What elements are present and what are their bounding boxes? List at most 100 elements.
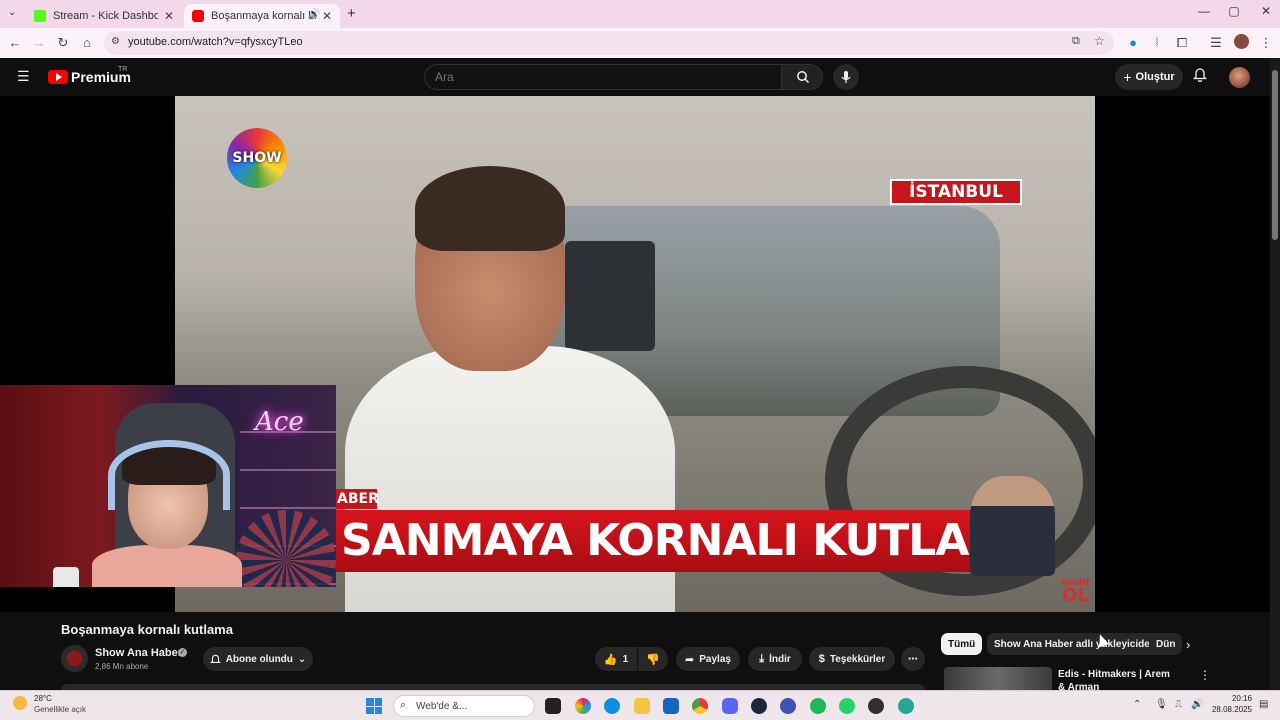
recommendation-thumbnail[interactable] bbox=[944, 667, 1052, 690]
ol-text: OL bbox=[1062, 585, 1090, 606]
task-view-icon[interactable] bbox=[545, 698, 561, 714]
verified-icon: ✓ bbox=[178, 648, 187, 657]
tray-network-icon[interactable]: ⎍ bbox=[1175, 699, 1182, 710]
discord-icon[interactable] bbox=[722, 698, 738, 714]
search-input[interactable] bbox=[425, 65, 781, 89]
settings-app-icon[interactable] bbox=[898, 698, 914, 714]
dislike-icon: 👎 bbox=[646, 653, 660, 666]
reading-list-icon[interactable]: ☰ bbox=[1208, 35, 1224, 51]
driver-hair bbox=[415, 166, 565, 251]
download-button[interactable]: ⤓ İndir bbox=[748, 647, 802, 671]
thanks-icon: $ bbox=[818, 653, 825, 665]
subscriber-count: 2,86 Mn abone bbox=[95, 662, 149, 671]
tab-title: Stream - Kick Dashboard bbox=[53, 10, 158, 22]
neon-sign: Ace bbox=[255, 407, 304, 437]
page-scrollbar[interactable] bbox=[1270, 58, 1280, 690]
channel-avatar[interactable] bbox=[61, 645, 88, 672]
back-icon[interactable]: ← bbox=[7, 35, 23, 50]
search-box[interactable] bbox=[424, 64, 782, 90]
windows-start-icon[interactable] bbox=[366, 698, 382, 714]
youtube-logo-icon[interactable] bbox=[48, 70, 68, 84]
menu-icon[interactable]: ☰ bbox=[17, 68, 30, 85]
bell-icon[interactable] bbox=[1192, 66, 1208, 87]
tab-list-dropdown-icon[interactable]: ⌄ bbox=[8, 7, 16, 18]
weather-description[interactable]: Genellikle açık bbox=[34, 705, 86, 714]
subscribe-watermark[interactable]: ABONE OL bbox=[1060, 579, 1091, 605]
whatsapp-icon[interactable] bbox=[839, 698, 855, 714]
voice-search-button[interactable] bbox=[833, 64, 859, 90]
youtube-header: ☰ Premium TR + Oluştur bbox=[0, 58, 1270, 96]
like-button[interactable]: 👍 1 bbox=[595, 647, 637, 671]
share-icon: ➦ bbox=[685, 653, 695, 666]
account-avatar[interactable] bbox=[1229, 67, 1250, 88]
address-bar[interactable]: ⚙ youtube.com/watch?v=qfysxcyTLeo ⧉ ☆ bbox=[104, 31, 1114, 55]
thanks-button[interactable]: $ Teşekkürler bbox=[809, 647, 895, 671]
chips-next-icon[interactable]: › bbox=[1186, 637, 1190, 652]
tray-chevron-icon[interactable]: ⌃ bbox=[1133, 699, 1141, 710]
star-icon[interactable]: ☆ bbox=[1094, 34, 1105, 48]
browser-menu-icon[interactable]: ⋮ bbox=[1258, 35, 1274, 51]
tab-close-icon[interactable]: ✕ bbox=[322, 9, 332, 23]
subscribed-label: Abone olundu bbox=[225, 653, 293, 665]
minimize-button[interactable]: — bbox=[1194, 4, 1214, 18]
app-icon[interactable] bbox=[780, 698, 796, 714]
streamer-body bbox=[92, 545, 242, 587]
extension-audio-icon[interactable]: ⦚ bbox=[1149, 35, 1165, 51]
spotify-icon[interactable] bbox=[810, 698, 826, 714]
notification-icon[interactable]: ▤ bbox=[1259, 699, 1268, 710]
show-tv-logo-icon: SHOW bbox=[227, 128, 287, 188]
steam-icon[interactable] bbox=[751, 698, 767, 714]
filter-chips: Tümü Show Ana Haber adlı yükleyiciden Dü… bbox=[941, 633, 1201, 655]
taskbar-search[interactable]: ⌕ Web'de &... bbox=[393, 695, 535, 717]
new-tab-button[interactable]: + bbox=[347, 5, 356, 22]
share-button[interactable]: ➦ Paylaş bbox=[676, 647, 740, 671]
chrome-icon[interactable] bbox=[692, 698, 708, 714]
search-button[interactable] bbox=[781, 64, 823, 90]
tab-youtube-video[interactable]: Boşanmaya kornalı kutlama 🔊 ✕ bbox=[184, 4, 340, 28]
chip-all[interactable]: Tümü bbox=[941, 633, 983, 655]
tray-mic-icon[interactable]: 🎙 bbox=[1155, 699, 1168, 710]
profile-avatar[interactable] bbox=[1234, 34, 1249, 49]
weather-temperature[interactable]: 28°C bbox=[34, 694, 52, 703]
recommendation-title[interactable]: Edis - Hitmakers | Arem & Arman bbox=[1058, 668, 1178, 690]
extensions-icon[interactable]: ⧠ bbox=[1174, 35, 1190, 51]
show-logo-text: SHOW bbox=[232, 150, 282, 166]
create-button[interactable]: + Oluştur bbox=[1115, 64, 1183, 90]
url-text[interactable]: youtube.com/watch?v=qfysxcyTLeo bbox=[128, 36, 303, 48]
maximize-button[interactable]: ▢ bbox=[1224, 4, 1244, 18]
windows-taskbar: 28°C Genellikle açık ⌕ Web'de &... ⌃ 🎙 ⎍… bbox=[0, 690, 1280, 720]
clock-date[interactable]: 28.08.2025 bbox=[1200, 705, 1252, 714]
reload-icon[interactable]: ↻ bbox=[55, 35, 71, 51]
copilot-icon[interactable] bbox=[575, 698, 591, 714]
weather-sun-icon[interactable] bbox=[13, 696, 27, 710]
tab-title: Boşanmaya kornalı kutlama bbox=[211, 10, 316, 22]
audio-playing-icon[interactable]: 🔊 bbox=[308, 9, 320, 20]
tab-close-icon[interactable]: ✕ bbox=[164, 9, 174, 23]
file-explorer-icon[interactable] bbox=[634, 698, 650, 714]
dislike-button[interactable]: 👎 bbox=[638, 647, 668, 671]
close-window-button[interactable]: ✕ bbox=[1256, 4, 1276, 18]
channel-name[interactable]: Show Ana Haber bbox=[95, 647, 182, 659]
store-icon[interactable] bbox=[663, 698, 679, 714]
tab-kick-dashboard[interactable]: Stream - Kick Dashboard ✕ bbox=[26, 4, 182, 28]
search-icon bbox=[797, 71, 810, 84]
more-actions-button[interactable]: ⋯ bbox=[901, 647, 925, 671]
extension-skype-icon[interactable]: ● bbox=[1125, 35, 1141, 50]
recommendation-menu-icon[interactable]: ⋮ bbox=[1199, 668, 1211, 682]
subscribed-button[interactable]: Abone olundu ⌄ bbox=[203, 647, 313, 671]
scrollbar-thumb[interactable] bbox=[1272, 70, 1278, 240]
video-title: Boşanmaya kornalı kutlama bbox=[61, 622, 233, 637]
forward-icon[interactable]: → bbox=[31, 35, 47, 50]
search-icon: ⌕ bbox=[400, 699, 407, 711]
site-info-icon[interactable]: ⚙ bbox=[111, 36, 120, 47]
clock-time[interactable]: 20:16 bbox=[1212, 694, 1252, 703]
obs-icon[interactable] bbox=[868, 698, 884, 714]
cast-icon[interactable]: ⧉ bbox=[1072, 35, 1080, 48]
bell-icon bbox=[209, 654, 221, 663]
chip-from-uploader[interactable]: Show Ana Haber adlı yükleyiciden bbox=[987, 633, 1163, 655]
home-icon[interactable]: ⌂ bbox=[79, 35, 95, 50]
browser-toolbar: ← → ↻ ⌂ ⚙ youtube.com/watch?v=qfysxcyTLe… bbox=[0, 28, 1280, 58]
edge-icon[interactable] bbox=[604, 698, 620, 714]
chip-yesterday[interactable]: Dün bbox=[1149, 633, 1183, 655]
headphones-icon bbox=[108, 440, 230, 510]
